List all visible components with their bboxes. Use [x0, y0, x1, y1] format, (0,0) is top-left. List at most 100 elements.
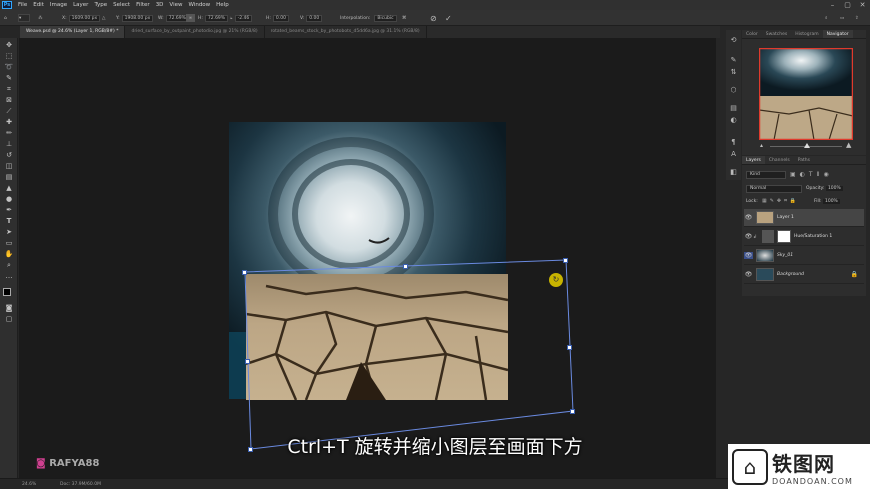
layer-filter-icons[interactable]: ▣◐TⅡ◉ [790, 171, 833, 178]
angle-input[interactable]: -2.46 [234, 14, 253, 22]
layer-row-background[interactable]: 👁 Background 🔒 [744, 266, 864, 284]
canvas-workspace[interactable]: ↻ [19, 38, 716, 478]
navigator-thumbnail[interactable] [759, 48, 853, 140]
filter-kind-select[interactable]: Kind [746, 171, 786, 179]
zoom-out-icon[interactable]: ▴ [760, 142, 763, 149]
layer-name[interactable]: Sky_01 [777, 253, 793, 258]
eyedropper-tool-icon[interactable]: ⟋ [4, 107, 14, 116]
lock-icons[interactable]: ▦✎✥⌗🔒 [762, 198, 799, 204]
visibility-eye-icon[interactable]: 👁 [744, 252, 753, 259]
layer-row-sky[interactable]: 👁 Sky_01 [744, 247, 864, 265]
tab-paths[interactable]: Paths [794, 156, 814, 164]
transform-handle-bottom-right[interactable] [570, 409, 575, 414]
clone-stamp-tool-icon[interactable]: ⊥ [4, 140, 14, 149]
dodge-tool-icon[interactable]: ● [4, 195, 14, 204]
brush-tool-icon[interactable]: ✏ [4, 129, 14, 138]
y-input[interactable]: 1908.00 px [121, 14, 154, 22]
menu-layer[interactable]: Layer [70, 2, 91, 8]
zoom-level[interactable]: 24.6% [22, 482, 36, 487]
crop-tool-icon[interactable]: ⌗ [4, 85, 14, 94]
menu-edit[interactable]: Edit [30, 2, 47, 8]
delta-icon[interactable]: △ [102, 14, 105, 22]
history-panel-icon[interactable]: ⟲ [729, 36, 738, 45]
transform-handle-left[interactable] [245, 359, 250, 364]
layers-panel-icon[interactable]: ◧ [729, 168, 738, 177]
hand-tool-icon[interactable]: ✋ [4, 250, 14, 259]
layer-name[interactable]: Hue/Saturation 1 [794, 234, 832, 239]
zoom-in-icon[interactable]: ▲ [846, 141, 851, 149]
link-icon[interactable]: ∞ [186, 14, 195, 22]
menu-file[interactable]: File [15, 2, 30, 8]
layer-mask-thumbnail[interactable] [777, 230, 791, 243]
tab-channels[interactable]: Channels [765, 156, 794, 164]
tab-navigator[interactable]: Navigator [822, 30, 853, 38]
menu-window[interactable]: Window [185, 2, 213, 8]
share-icon[interactable]: ⇪ [855, 14, 859, 22]
move-tool-icon[interactable]: ✥ [4, 41, 14, 50]
pen-tool-icon[interactable]: ✒ [4, 206, 14, 215]
menu-help[interactable]: Help [213, 2, 232, 8]
screen-mode-icon[interactable]: ▢ [4, 315, 14, 324]
layer-name[interactable]: Layer 1 [777, 215, 794, 220]
x-input[interactable]: 1609.00 px [68, 14, 101, 22]
cancel-transform-icon[interactable]: ⊘ [430, 14, 437, 23]
type-tool-icon[interactable]: T [4, 217, 14, 226]
tab-color[interactable]: Color [742, 30, 762, 38]
quick-mask-icon[interactable]: ◙ [4, 304, 14, 313]
minimize-button[interactable]: – [825, 1, 840, 9]
layer-name[interactable]: Background [777, 272, 804, 277]
zoom-tool-icon[interactable]: ⌕ [4, 261, 14, 270]
warp-icon[interactable]: ⌘ [402, 14, 407, 22]
hskew-input[interactable]: 0.00 [272, 14, 289, 22]
more-tools-icon[interactable]: … [4, 272, 14, 281]
zoom-slider-thumb[interactable] [804, 143, 810, 148]
transform-handle-top-right[interactable] [563, 258, 568, 263]
transform-bounding-box[interactable] [19, 38, 716, 478]
adjustments-icon[interactable]: ⇅ [729, 68, 738, 77]
character-icon[interactable]: A [729, 150, 738, 159]
visibility-eye-icon[interactable]: 👁 [744, 271, 753, 278]
tab-rotated-beams[interactable]: rotated_beams_stock_by_photobots_d5dd6a.… [265, 26, 427, 38]
tab-layers[interactable]: Layers [742, 156, 765, 164]
commit-transform-icon[interactable]: ✓ [445, 14, 452, 23]
tab-dried-surface[interactable]: dried_surface_by_outpaint_photodio.jpg @… [125, 26, 265, 38]
history-brush-tool-icon[interactable]: ↺ [4, 151, 14, 160]
layer-row-hue-saturation[interactable]: 👁 ↲ Hue/Saturation 1 [744, 228, 864, 246]
paragraph-icon[interactable]: ¶ [729, 138, 738, 147]
healing-brush-tool-icon[interactable]: ✚ [4, 118, 14, 127]
menu-view[interactable]: View [166, 2, 185, 8]
gradient-tool-icon[interactable]: ▤ [4, 173, 14, 182]
fill-input[interactable]: 100% [822, 199, 840, 204]
eraser-tool-icon[interactable]: ◫ [4, 162, 14, 171]
quick-select-tool-icon[interactable]: ✎ [4, 74, 14, 83]
tab-swatches[interactable]: Swatches [762, 30, 792, 38]
maximize-button[interactable]: ▢ [840, 1, 855, 9]
brush-settings-icon[interactable]: ✎ [729, 56, 738, 65]
menu-select[interactable]: Select [110, 2, 133, 8]
menu-image[interactable]: Image [47, 2, 70, 8]
styles-icon[interactable]: ◐ [729, 116, 738, 125]
frame-tool-icon[interactable]: ⊠ [4, 96, 14, 105]
opacity-input[interactable]: 100% [825, 186, 843, 191]
shape-tool-icon[interactable]: ▭ [4, 239, 14, 248]
path-selection-tool-icon[interactable]: ➤ [4, 228, 14, 237]
3d-panel-icon[interactable]: ⬡ [729, 86, 738, 95]
visibility-eye-icon[interactable]: 👁 [744, 214, 753, 221]
interpolation-select[interactable]: Bicubic [374, 14, 397, 22]
transform-handle-top-left[interactable] [242, 270, 247, 275]
tab-histogram[interactable]: Histogram [791, 30, 822, 38]
properties-icon[interactable]: ▤ [729, 104, 738, 113]
tab-weave-psd[interactable]: Weave.psd @ 24.6% (Layer 1, RGB/8#) * [20, 26, 126, 38]
vskew-input[interactable]: 0.00 [306, 14, 323, 22]
close-window-button[interactable]: ✕ [855, 1, 870, 9]
blur-tool-icon[interactable]: ▲ [4, 184, 14, 193]
layer-row-layer-1[interactable]: 👁 Layer 1 [744, 209, 864, 227]
search-icon[interactable]: ⌕ [825, 14, 828, 22]
menu-3d[interactable]: 3D [153, 2, 167, 8]
visibility-eye-icon[interactable]: 👁 [744, 233, 753, 240]
tool-preset-picker[interactable]: ▾ [18, 14, 30, 22]
lasso-tool-icon[interactable]: ➰ [4, 63, 14, 72]
marquee-tool-icon[interactable]: ⬚ [4, 52, 14, 61]
reference-point-icon[interactable]: ⁂ [38, 14, 43, 22]
transform-handle-top[interactable] [403, 264, 408, 269]
